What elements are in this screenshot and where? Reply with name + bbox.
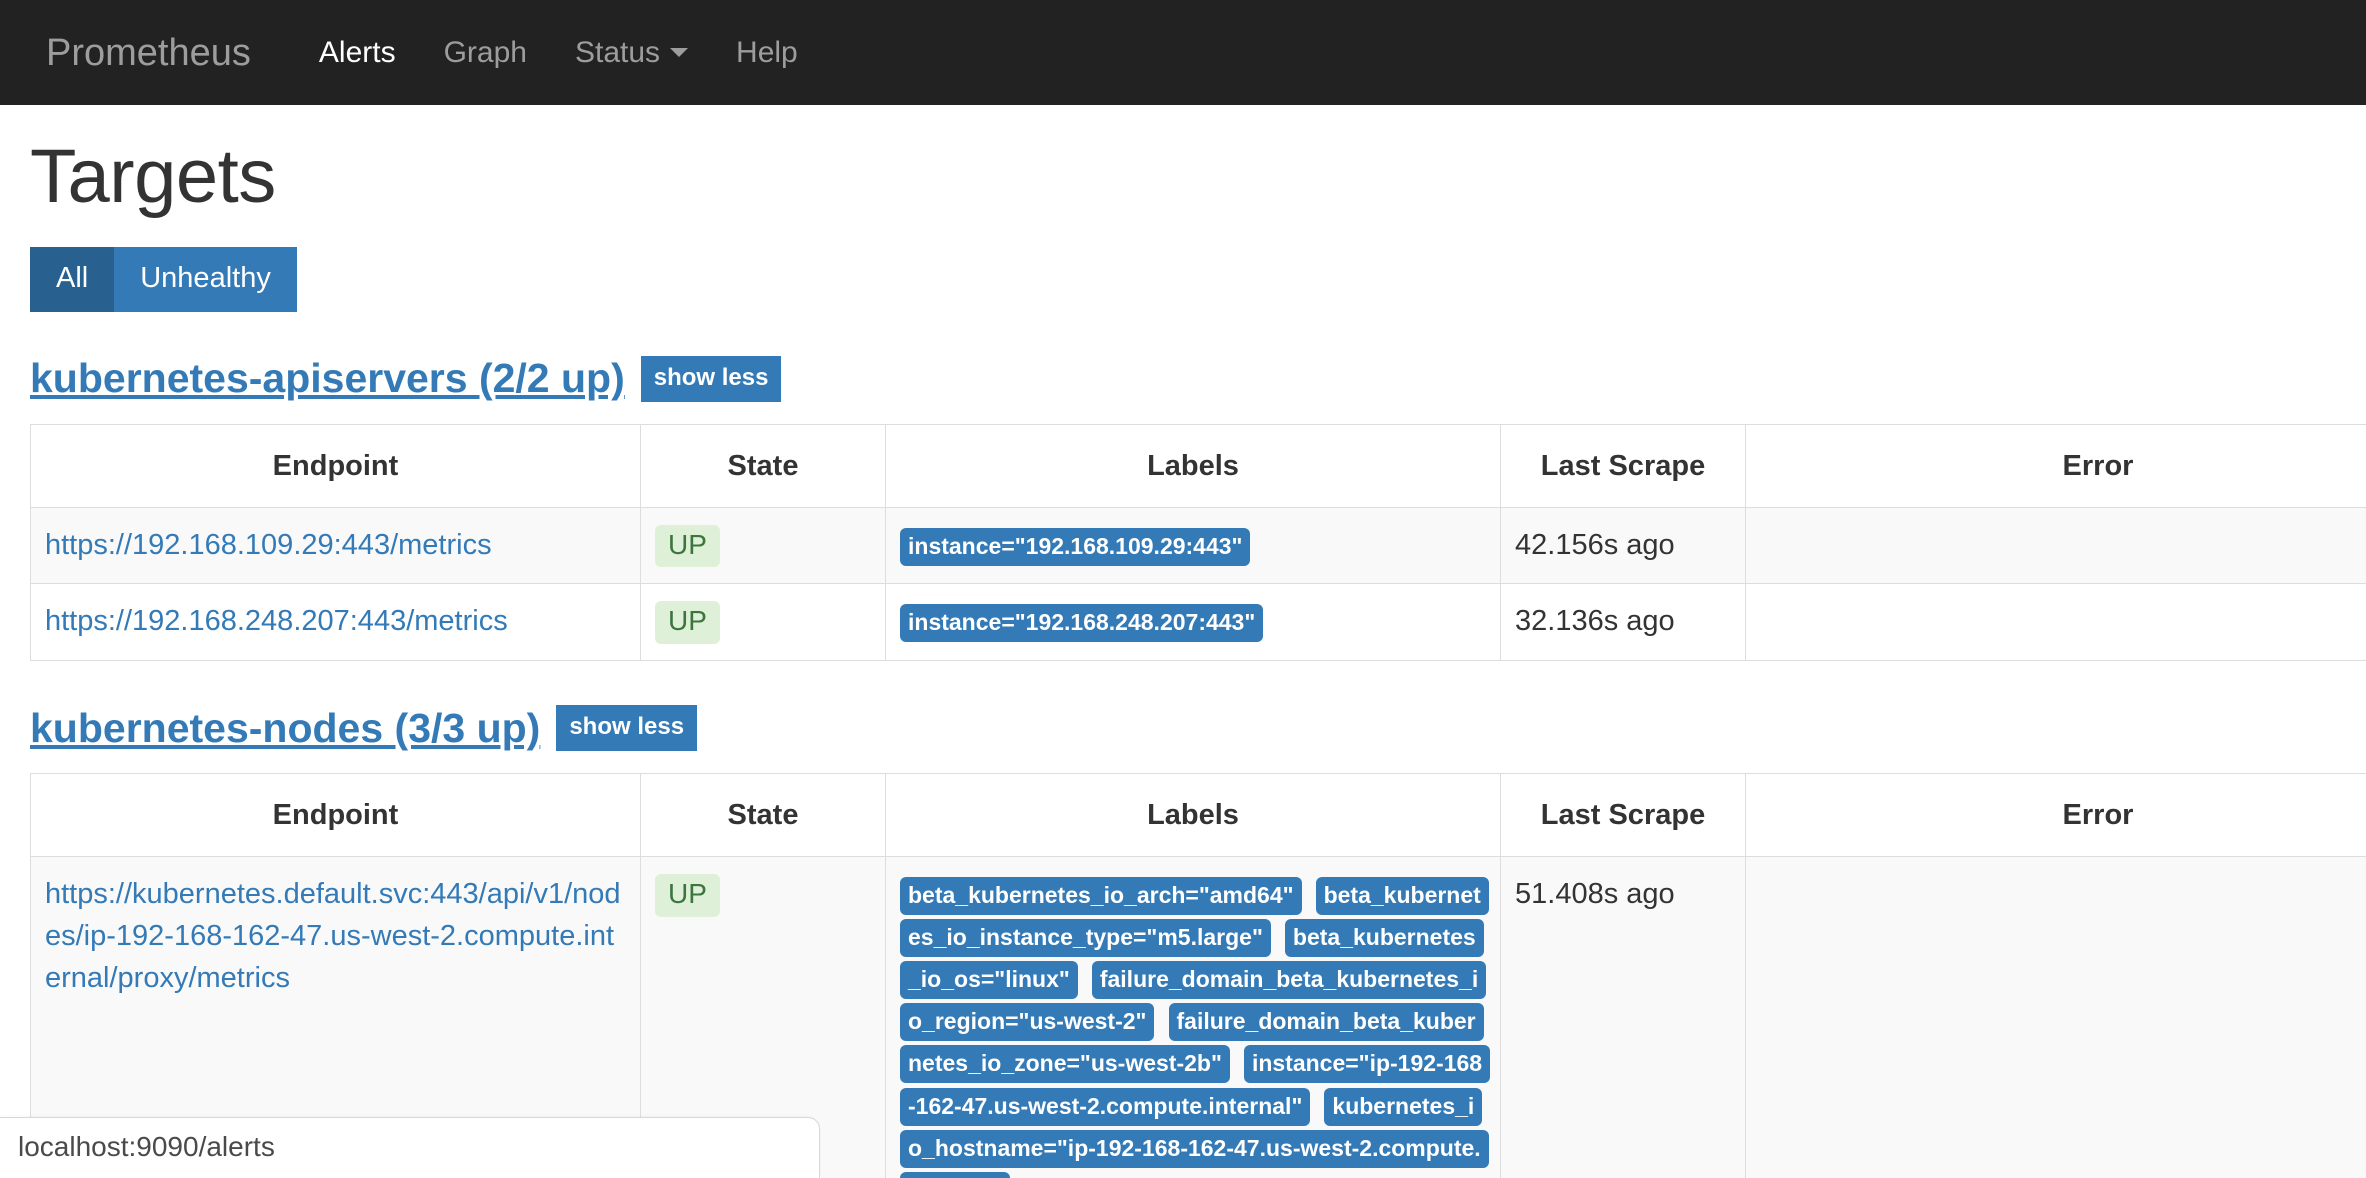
job-header: kubernetes-apiservers (2/2 up) show less (30, 355, 2336, 402)
jobs-list: kubernetes-apiservers (2/2 up) show less E… (30, 355, 2366, 1178)
cell-labels: instance="192.168.248.207:443" (885, 583, 1501, 662)
status-badge: UP (655, 601, 720, 645)
cell-last-scrape: 51.408s ago (1500, 856, 1746, 1178)
column-header-labels: Labels (885, 773, 1501, 858)
label-badge: instance="192.168.109.29:443" (900, 527, 1251, 566)
filter-all-button[interactable]: All (30, 246, 115, 312)
table-header-row: Endpoint State Labels Last Scrape Error (30, 773, 2366, 858)
job-section: kubernetes-apiservers (2/2 up) show less E… (30, 355, 2366, 662)
nav-link-graph[interactable]: Graph (420, 35, 551, 69)
nav-link-status-label: Status (574, 35, 661, 69)
cell-endpoint: https://192.168.248.207:443/metrics (30, 583, 641, 662)
job-title-link[interactable]: kubernetes-nodes (3/3 up) (30, 705, 540, 751)
cell-state: UP (640, 506, 886, 585)
show-less-button[interactable]: show less (556, 705, 698, 752)
cell-error (1745, 583, 2366, 662)
column-header-state: State (640, 423, 886, 508)
targets-table-wrapper: Endpoint State Labels Last Scrape Error https… (30, 423, 2366, 662)
endpoint-link[interactable]: https://192.168.109.29:443/metrics (45, 529, 492, 561)
column-header-last-scrape: Last Scrape (1500, 423, 1746, 508)
brand-link[interactable]: Prometheus (24, 34, 273, 72)
cell-labels: instance="192.168.109.29:443" (885, 506, 1501, 585)
nav-link-status[interactable]: Status (551, 35, 712, 69)
column-header-labels: Labels (885, 423, 1501, 508)
status-badge: UP (655, 874, 720, 918)
health-filter-group: All Unhealthy (30, 246, 297, 312)
job-title-link[interactable]: kubernetes-apiservers (2/2 up) (30, 355, 625, 401)
column-header-error: Error (1745, 423, 2366, 508)
nav-links: Alerts Graph Status Help (295, 35, 822, 69)
column-header-endpoint: Endpoint (30, 773, 641, 858)
table-row: https://192.168.109.29:443/metrics UP inst… (30, 506, 2366, 585)
table-header-row: Endpoint State Labels Last Scrape Error (30, 423, 2366, 508)
job-header: kubernetes-nodes (3/3 up) show less (30, 705, 2336, 752)
nav-link-help[interactable]: Help (712, 35, 822, 69)
table-row: https://192.168.248.207:443/metrics UP ins… (30, 583, 2366, 662)
endpoint-link[interactable]: https://kubernetes.default.svc:443/api/v… (45, 878, 621, 994)
nav-link-graph-label: Graph (443, 35, 527, 69)
main-navbar: Prometheus Alerts Graph Status Help (0, 0, 2366, 105)
status-badge: UP (655, 524, 720, 568)
column-header-state: State (640, 773, 886, 858)
cell-labels: beta_kubernetes_io_arch="amd64" beta_kub… (885, 856, 1501, 1178)
cell-state: UP (640, 583, 886, 662)
column-header-endpoint: Endpoint (30, 423, 641, 508)
column-header-last-scrape: Last Scrape (1500, 773, 1746, 858)
job-section: kubernetes-nodes (3/3 up) show less Endpoi… (30, 705, 2366, 1178)
label-badge: beta_kubernetes_io_arch="amd64" (900, 877, 1302, 916)
nav-link-alerts-label: Alerts (318, 35, 396, 69)
cell-error (1745, 506, 2366, 585)
label-badge: instance="192.168.248.207:443" (900, 604, 1264, 643)
cell-last-scrape: 32.136s ago (1500, 583, 1746, 662)
targets-table: Endpoint State Labels Last Scrape Error https… (30, 423, 2366, 662)
cell-error (1745, 856, 2366, 1178)
cell-endpoint: https://192.168.109.29:443/metrics (30, 506, 641, 585)
show-less-button[interactable]: show less (640, 355, 782, 402)
nav-link-help-label: Help (736, 35, 798, 69)
status-bar-url: localhost:9090/alerts (0, 1117, 820, 1178)
cell-last-scrape: 42.156s ago (1500, 506, 1746, 585)
page-container: Targets All Unhealthy kubernetes-apiserv… (0, 135, 2366, 1178)
page-title: Targets (30, 134, 276, 219)
column-header-error: Error (1745, 773, 2366, 858)
chevron-down-icon (670, 48, 689, 57)
endpoint-link[interactable]: https://192.168.248.207:443/metrics (45, 605, 508, 637)
filter-unhealthy-button[interactable]: Unhealthy (114, 246, 297, 312)
nav-link-alerts[interactable]: Alerts (295, 35, 420, 69)
